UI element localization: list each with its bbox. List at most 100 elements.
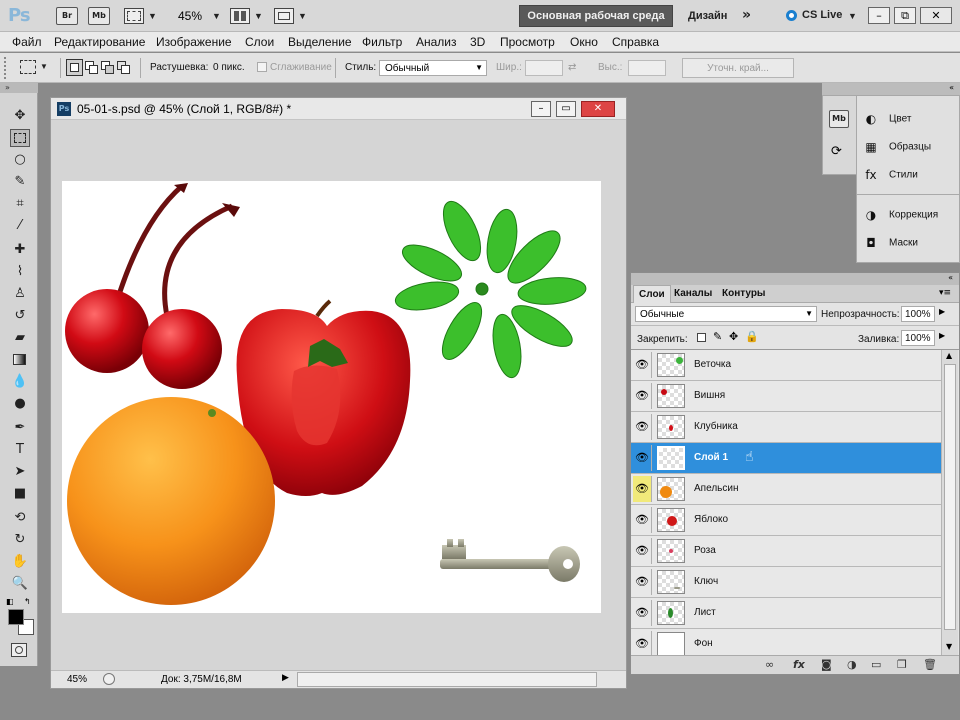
layer-row[interactable]: 👁 Ключ (631, 567, 941, 598)
panel-dock-header[interactable]: « (822, 83, 960, 95)
panel-collapse-icon[interactable]: « (948, 273, 953, 282)
history-brush-tool-icon[interactable]: ↺ (10, 307, 30, 325)
panel-adjustments[interactable]: ◑ Коррекция (863, 208, 938, 222)
shape-tool-icon[interactable]: ■ (10, 485, 30, 503)
add-mask-icon[interactable]: ◙ (821, 658, 832, 671)
3d-orbit-tool-icon[interactable]: ↻ (10, 531, 30, 549)
eraser-tool-icon[interactable]: ▰ (10, 329, 30, 347)
eye-icon[interactable]: 👁 (633, 383, 652, 409)
doc-restore-button[interactable]: ▭ (556, 101, 576, 117)
menu-file[interactable]: Файл (12, 35, 42, 49)
layer-row[interactable]: 👁 Яблоко (631, 505, 941, 536)
new-group-icon[interactable]: ▭ (871, 658, 881, 671)
move-tool-icon[interactable]: ✥ (10, 107, 30, 125)
refine-edge-button[interactable]: Уточн. край... (682, 58, 794, 78)
eye-icon[interactable]: 👁 (633, 352, 652, 378)
menu-help[interactable]: Справка (612, 35, 659, 49)
add-style-icon[interactable]: fx (793, 658, 805, 671)
menu-view[interactable]: Просмотр (500, 35, 555, 49)
delete-layer-icon[interactable]: 🗑 (923, 658, 937, 671)
arrange-documents-icon[interactable] (230, 8, 250, 24)
brush-tool-icon[interactable]: ⌇ (10, 263, 30, 281)
bridge-button[interactable]: Br (56, 7, 78, 25)
clone-stamp-tool-icon[interactable]: ♙ (10, 285, 30, 303)
lock-position-icon[interactable]: ✥ (729, 330, 738, 343)
foreground-color-swatch[interactable] (8, 609, 24, 625)
layer-row[interactable]: 👁 Вишня (631, 381, 941, 412)
rect-marquee-tool-icon[interactable] (10, 129, 30, 147)
restore-button[interactable]: ⧉ (894, 7, 916, 24)
eye-icon[interactable]: 👁 (633, 569, 652, 595)
status-info-icon[interactable] (103, 673, 115, 685)
eye-icon[interactable]: 👁 (633, 631, 652, 657)
eye-icon[interactable]: 👁 (633, 507, 652, 533)
lasso-tool-icon[interactable]: ○ (10, 151, 30, 169)
lock-transparent-icon[interactable] (697, 333, 706, 342)
width-input[interactable] (525, 60, 563, 76)
eye-icon[interactable]: 👁 (633, 445, 652, 471)
eyedropper-tool-icon[interactable]: ⁄ (10, 217, 30, 235)
image-canvas[interactable] (62, 181, 601, 613)
menu-filter[interactable]: Фильтр (362, 35, 402, 49)
tab-channels[interactable]: Каналы (669, 285, 717, 303)
canvas-area[interactable] (51, 120, 626, 670)
menu-select[interactable]: Выделение (288, 35, 352, 49)
minibridge-panel-icon[interactable]: Mb (829, 110, 849, 128)
gradient-tool-icon[interactable] (10, 351, 30, 369)
options-grip[interactable] (4, 57, 7, 79)
3d-rotate-tool-icon[interactable]: ⟲ (10, 509, 30, 527)
doc-minimize-button[interactable]: – (531, 101, 551, 117)
menu-image[interactable]: Изображение (156, 35, 232, 49)
layers-scrollbar[interactable]: ▲ ▼ (941, 350, 958, 655)
menu-analysis[interactable]: Анализ (416, 35, 457, 49)
intersect-selection-icon[interactable] (117, 59, 131, 75)
menu-3d[interactable]: 3D (470, 35, 485, 49)
layer-row[interactable]: 👁 Клубника (631, 412, 941, 443)
swap-dimensions-icon[interactable]: ⇄ (568, 62, 576, 73)
dodge-tool-icon[interactable]: ● (10, 395, 30, 413)
layer-row[interactable]: 👁 Веточка (631, 350, 941, 381)
zoom-tool-icon[interactable]: 🔍 (10, 575, 30, 593)
zoom-dropdown-icon[interactable]: ▼ (212, 11, 221, 21)
minimize-button[interactable]: – (868, 7, 890, 24)
default-colors-icon[interactable]: ◧ (6, 597, 14, 606)
subtract-from-selection-icon[interactable] (101, 59, 115, 75)
panel-masks[interactable]: ◘ Маски (863, 236, 918, 250)
scroll-thumb[interactable] (944, 364, 956, 630)
eye-icon[interactable]: 👁 (633, 600, 652, 626)
eye-icon[interactable]: 👁 (633, 414, 652, 440)
crop-tool-icon[interactable]: ⌗ (10, 195, 30, 213)
pen-tool-icon[interactable]: ✒ (10, 419, 30, 437)
document-title-bar[interactable]: Ps 05-01-s.psd @ 45% (Слой 1, RGB/8#) * … (51, 98, 626, 120)
cslive-menu[interactable]: CS Live (802, 9, 842, 21)
panel-collapse-icon[interactable]: « (949, 83, 954, 92)
style-select[interactable]: Обычный ▼ (379, 60, 487, 76)
new-selection-icon[interactable] (66, 59, 83, 76)
workspace-design-button[interactable]: Дизайн (688, 10, 727, 22)
type-tool-icon[interactable]: T (10, 441, 30, 459)
scroll-down-icon[interactable]: ▼ (946, 642, 952, 651)
fill-dropdown-icon[interactable]: ▶ (939, 331, 945, 340)
blend-mode-select[interactable]: Обычные ▼ (635, 306, 817, 322)
history-panel-icon[interactable]: ⟳ (831, 144, 842, 159)
minibridge-button[interactable]: Mb (88, 7, 110, 25)
status-zoom[interactable]: 45% (67, 674, 87, 685)
arrange-dropdown-icon[interactable]: ▼ (254, 11, 263, 21)
doc-close-button[interactable]: ✕ (581, 101, 615, 117)
tab-paths[interactable]: Контуры (717, 285, 770, 303)
eye-icon[interactable]: 👁 (633, 538, 652, 564)
quick-select-tool-icon[interactable]: ✎ (10, 173, 30, 191)
horizontal-scrollbar[interactable] (297, 672, 597, 687)
layer-row[interactable]: 👁 Апельсин (631, 474, 941, 505)
lock-pixels-icon[interactable]: ✎ (713, 330, 722, 343)
workspace-essentials-button[interactable]: Основная рабочая среда (519, 5, 673, 27)
menu-layers[interactable]: Слои (245, 35, 274, 49)
screen-mode-dropdown-icon[interactable]: ▼ (298, 11, 307, 21)
height-input[interactable] (628, 60, 666, 76)
new-layer-icon[interactable]: ❐ (897, 658, 907, 671)
lock-all-icon[interactable]: 🔒 (745, 330, 759, 343)
menu-edit[interactable]: Редактирование (54, 35, 145, 49)
status-menu-arrow-icon[interactable]: ▶ (282, 673, 289, 683)
feather-input[interactable]: 0 пикс. (213, 62, 245, 73)
view-extras-icon[interactable] (124, 8, 144, 24)
